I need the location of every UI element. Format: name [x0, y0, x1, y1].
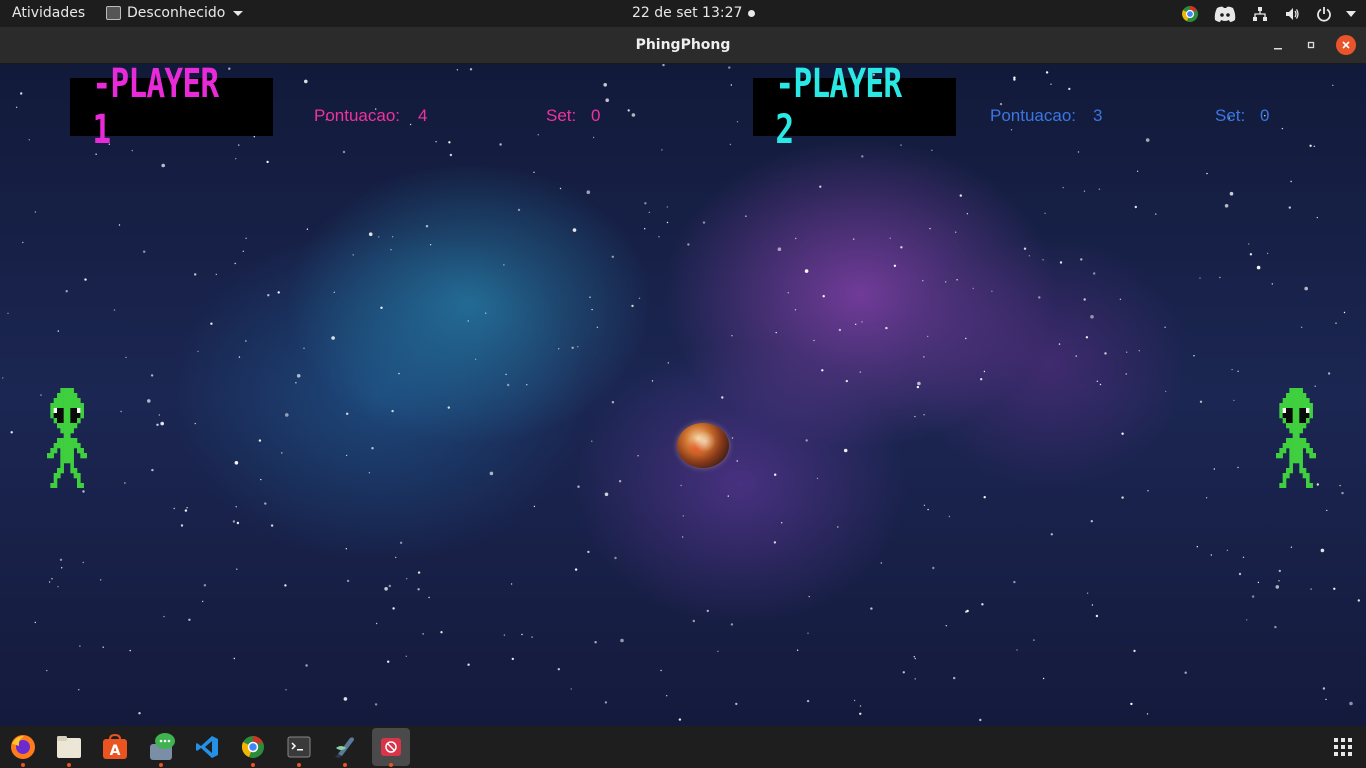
app-icon	[106, 6, 121, 20]
dock-item-inkscape[interactable]	[329, 731, 361, 767]
player1-score-value: 4	[418, 106, 428, 125]
files-icon	[57, 736, 81, 758]
clock[interactable]: 22 de set 13:27	[632, 5, 756, 21]
running-indicator	[159, 763, 163, 767]
app-menu[interactable]: Desconhecido	[106, 5, 244, 21]
power-icon[interactable]	[1314, 4, 1334, 24]
close-icon	[1342, 41, 1350, 49]
firefox-icon	[11, 735, 35, 759]
restore-icon	[1307, 41, 1315, 49]
player2-set-label: Set:	[1215, 106, 1246, 125]
network-icon[interactable]	[1250, 4, 1270, 24]
player1-set-value: 0	[591, 106, 601, 125]
maximize-button[interactable]	[1301, 35, 1321, 55]
app-menu-label: Desconhecido	[127, 5, 226, 21]
player1-set-label: Set:	[546, 106, 577, 125]
running-indicator	[343, 763, 347, 767]
dock-item-chrome[interactable]	[237, 731, 269, 767]
running-indicator	[297, 763, 301, 767]
running-indicator	[67, 763, 71, 767]
player1-logo: -PLAYER 1	[70, 64, 273, 153]
phingphong-app-icon	[381, 738, 401, 756]
minimize-icon	[1274, 48, 1282, 50]
software-center-icon: A	[103, 734, 127, 759]
running-indicator	[251, 763, 255, 767]
player2-score-value: 3	[1093, 106, 1103, 125]
vscode-icon	[196, 736, 218, 758]
window-title: PhingPhong	[635, 37, 731, 53]
dock: A	[0, 726, 1366, 768]
dock-item-chat[interactable]	[145, 731, 177, 767]
clock-label: 22 de set 13:27	[632, 5, 743, 21]
activities-button[interactable]: Atividades	[12, 5, 85, 21]
player1-logo-text: -PLAYER 1	[92, 64, 219, 153]
player2-score-label: Pontuacao:	[990, 106, 1077, 125]
chevron-down-icon[interactable]	[1346, 4, 1356, 24]
player1-paddle-alien	[47, 388, 87, 488]
top-bar: Atividades Desconhecido 22 de set 13:27	[0, 0, 1366, 27]
player1-score-label: Pontuacao:	[314, 106, 401, 125]
volume-icon[interactable]	[1282, 4, 1302, 24]
inkscape-icon	[335, 737, 354, 758]
dock-item-software[interactable]: A	[99, 731, 131, 763]
close-button[interactable]	[1336, 35, 1356, 55]
player2-logo-text: -PLAYER 2	[775, 64, 902, 153]
dock-item-vscode[interactable]	[191, 731, 223, 763]
show-applications-grid-icon[interactable]	[1334, 738, 1352, 756]
minimize-button[interactable]	[1268, 35, 1288, 55]
terminal-icon	[287, 736, 311, 758]
game-canvas[interactable]: -PLAYER 1 Pontuacao: 4 Set: 0 -PLAYER 2 …	[0, 64, 1366, 726]
dock-item-files[interactable]	[53, 731, 85, 767]
ball	[677, 423, 729, 468]
running-indicator	[21, 763, 25, 767]
dock-item-terminal[interactable]	[283, 731, 315, 767]
dock-item-phingphong[interactable]	[372, 728, 410, 767]
player2-logo: -PLAYER 2	[753, 64, 956, 153]
notification-dot-icon	[748, 9, 756, 17]
chat-icon	[150, 733, 175, 760]
chevron-down-icon	[233, 10, 244, 16]
player2-paddle-alien	[1276, 388, 1316, 488]
chrome-tray-icon[interactable]	[1180, 4, 1200, 24]
window-title-bar[interactable]: PhingPhong	[0, 27, 1366, 64]
svg-text:A: A	[110, 743, 121, 759]
player2-set-value: 0	[1260, 106, 1270, 125]
chrome-icon	[241, 736, 264, 758]
system-tray	[1180, 3, 1356, 24]
dock-item-firefox[interactable]	[7, 731, 39, 767]
discord-tray-icon[interactable]	[1212, 4, 1238, 24]
running-indicator	[389, 763, 393, 767]
starfield-background	[2, 64, 1361, 722]
